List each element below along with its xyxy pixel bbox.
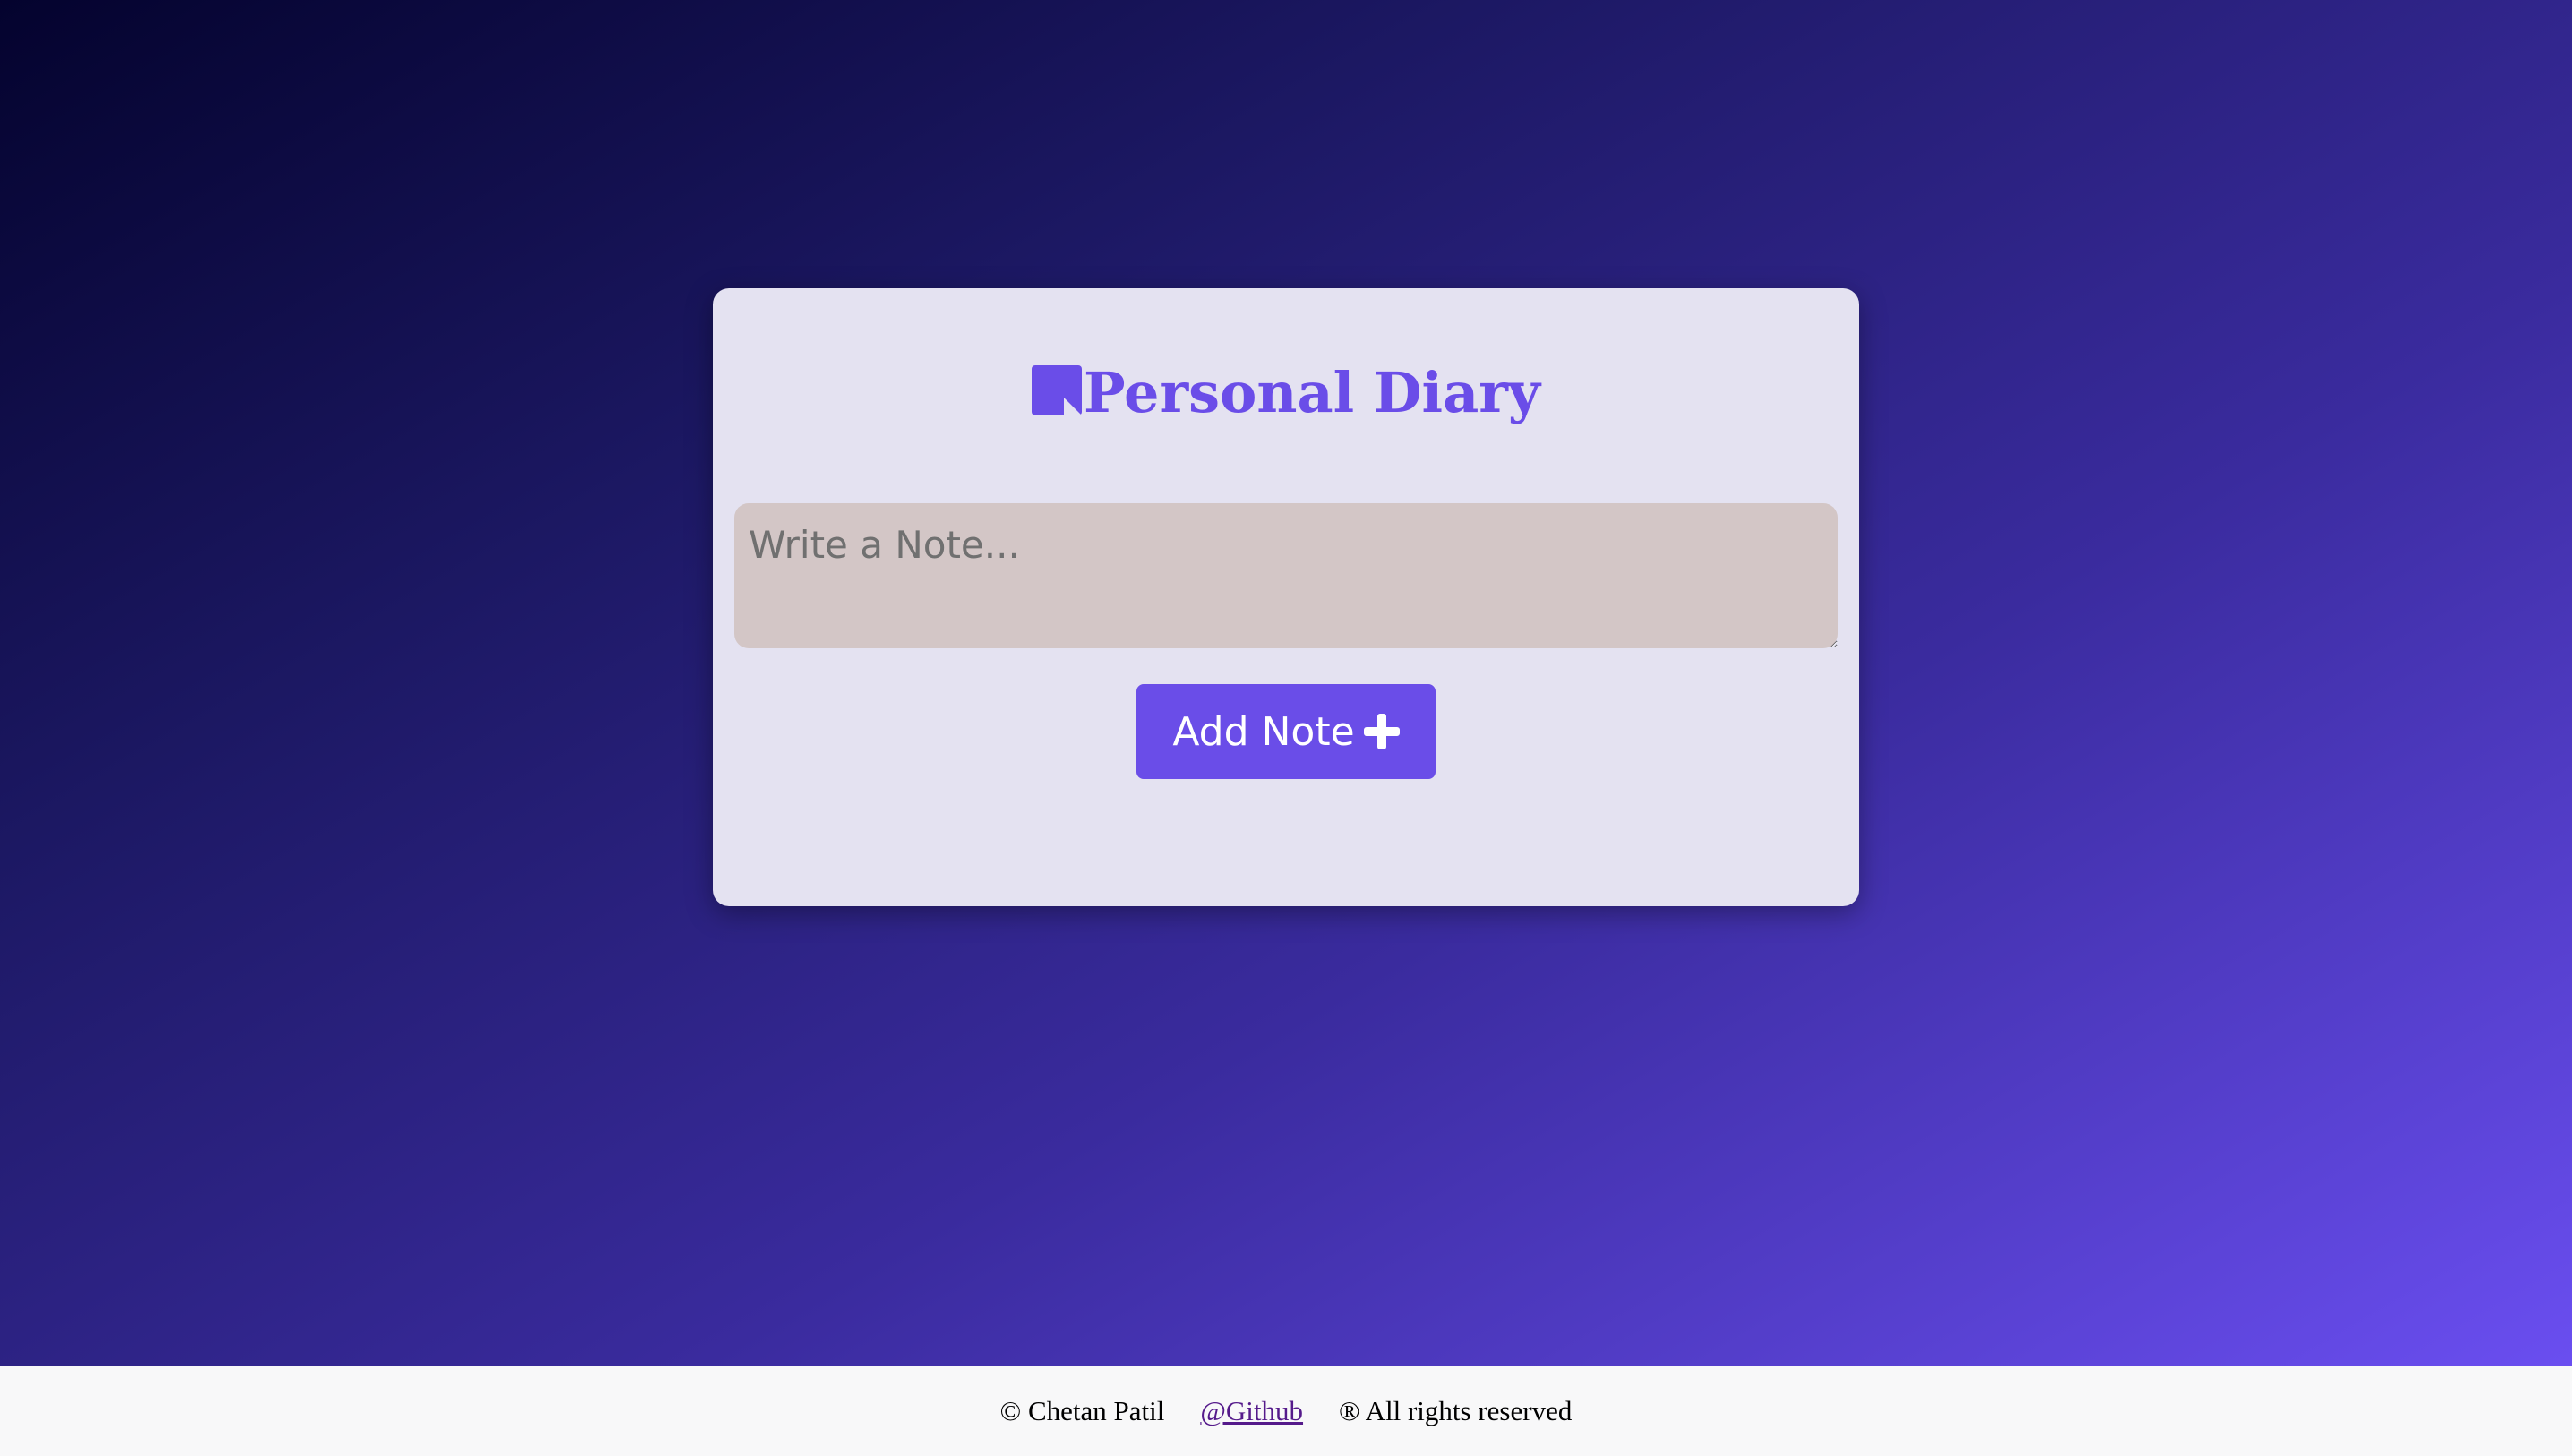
note-input[interactable] xyxy=(734,503,1838,648)
add-note-button[interactable]: Add Note xyxy=(1136,684,1436,779)
page-title: Personal Diary xyxy=(713,360,1859,425)
footer-copyright: © Chetan Patil xyxy=(999,1394,1165,1426)
diary-card: Personal Diary Add Note xyxy=(713,288,1859,906)
page-title-text: Personal Diary xyxy=(1084,360,1540,425)
footer: © Chetan Patil @Github ® All rights rese… xyxy=(0,1366,2572,1456)
footer-rights: ® All rights reserved xyxy=(1339,1394,1573,1426)
sticky-note-icon xyxy=(1032,365,1083,415)
plus-icon xyxy=(1363,714,1400,749)
github-link[interactable]: @Github xyxy=(1200,1395,1303,1427)
add-note-button-label: Add Note xyxy=(1172,708,1355,755)
